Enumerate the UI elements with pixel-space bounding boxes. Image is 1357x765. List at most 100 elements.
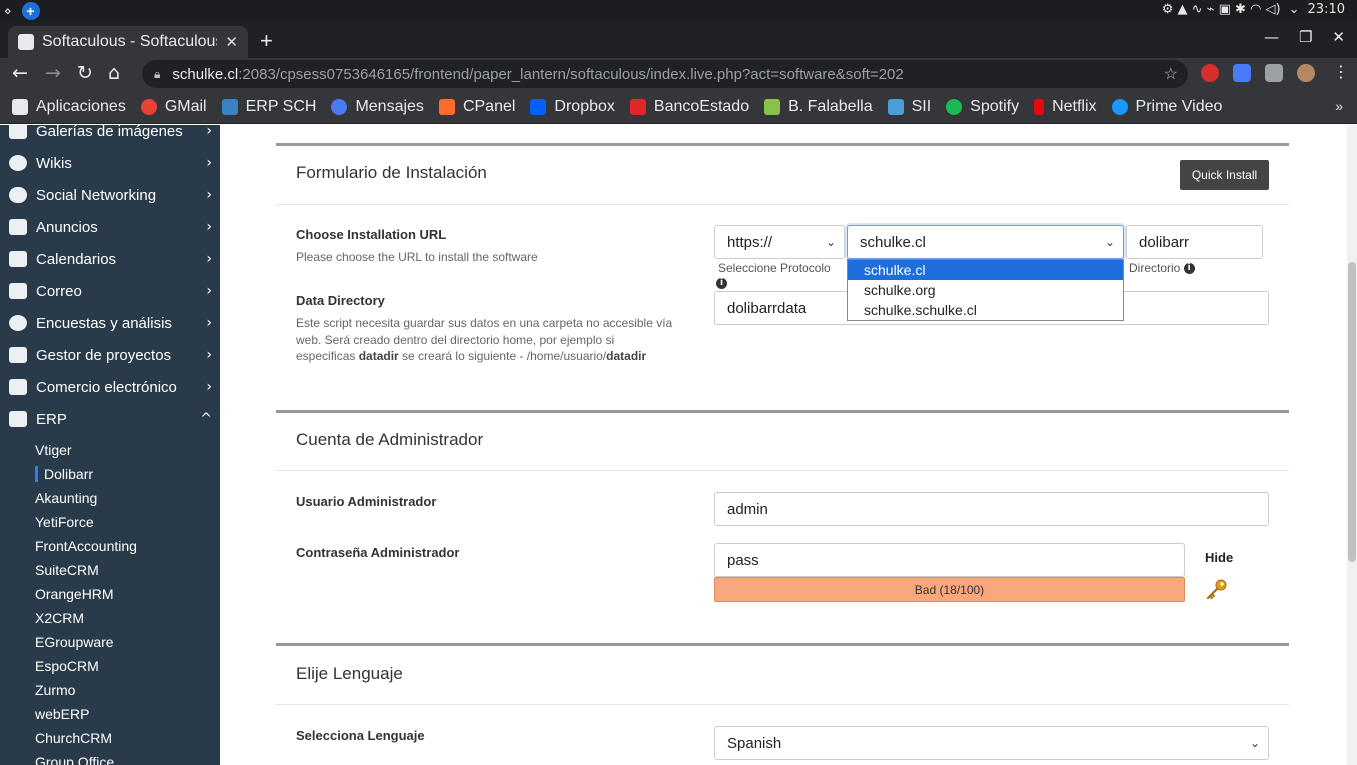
hide-password-link[interactable]: Hide — [1205, 550, 1233, 565]
bookmark-cpanel[interactable]: CPanel — [438, 98, 515, 116]
installation-url-help: Please choose the URL to install the sof… — [296, 250, 538, 264]
bookmark-star-icon[interactable]: ☆ — [1164, 64, 1178, 84]
chevron-up-icon: ^ — [200, 411, 212, 427]
profile-avatar-icon[interactable] — [1297, 64, 1315, 82]
quick-install-button[interactable]: Quick Install — [1180, 160, 1269, 190]
forward-icon[interactable]: → — [45, 62, 61, 84]
bookmark-falabella[interactable]: B. Falabella — [764, 98, 873, 116]
chevron-right-icon: › — [206, 125, 212, 139]
reload-icon[interactable]: ↻ — [77, 62, 93, 84]
sidebar-item-calendarios[interactable]: Calendarios › — [0, 243, 220, 275]
erp-item-group-office[interactable]: Group Office — [35, 754, 114, 765]
translate-icon[interactable] — [1233, 64, 1251, 82]
clock: 23:10 — [1307, 2, 1345, 17]
sidebar-item-erp[interactable]: ERP ^ — [0, 403, 220, 435]
bookmark-bancoestado[interactable]: BancoEstado — [629, 98, 749, 116]
sidebar-item-social-networking[interactable]: Social Networking › — [0, 179, 220, 211]
bookmark-dropbox[interactable]: Dropbox — [530, 98, 615, 116]
spotify-icon — [946, 98, 963, 115]
add-icon[interactable]: + — [21, 2, 40, 20]
extension-red-icon[interactable] — [1201, 64, 1219, 82]
info-icon[interactable]: i — [716, 278, 727, 289]
install-form-title: Formulario de Instalación — [296, 163, 487, 182]
system-bar: ⋄ + ⚙ ▲ ∿ ⌁ ▣ ✱ ◠ ◁) ⌄ 23:10 — [0, 0, 1357, 22]
menu-kebab-icon[interactable]: ⋮ — [1333, 62, 1349, 81]
sidebar-item-gestor-proyectos[interactable]: Gestor de proyectos › — [0, 339, 220, 371]
erp-item-dolibarr[interactable]: Dolibarr — [35, 466, 93, 482]
netflix-icon — [1034, 98, 1045, 115]
protocol-caption: Seleccione Protocolo — [718, 261, 831, 275]
main-content: Formulario de Instalación Quick Install … — [220, 125, 1347, 765]
admin-pass-input[interactable]: pass — [714, 543, 1185, 577]
close-window-icon[interactable]: ✕ — [1332, 28, 1345, 46]
sidebar-item-anuncios[interactable]: Anuncios › — [0, 211, 220, 243]
pie-chart-icon — [9, 315, 27, 331]
domain-option[interactable]: schulke.schulke.cl — [848, 300, 1123, 320]
language-select[interactable]: Spanish ⌄ — [714, 726, 1269, 760]
bookmarks-more-icon[interactable]: » — [1335, 98, 1343, 114]
erp-item-zurmo[interactable]: Zurmo — [35, 682, 75, 698]
restore-icon[interactable]: ❐ — [1299, 28, 1312, 46]
browser-toolbar: ← → ↻ ⌂ 🔒︎ schulke.cl :2083/cpsess075364… — [0, 58, 1357, 90]
window-controls: — ❐ ✕ — [1264, 28, 1345, 46]
tray-chevron-icon[interactable]: ⌄ — [1289, 2, 1300, 17]
browser-tab[interactable]: Softaculous - Softaculous ✕ — [8, 26, 248, 58]
extensions-puzzle-icon[interactable] — [1265, 64, 1283, 82]
erp-item-yetiforce[interactable]: YetiForce — [35, 514, 94, 530]
info-icon[interactable]: i — [1183, 263, 1195, 275]
erp-item-suitecrm[interactable]: SuiteCRM — [35, 562, 99, 578]
erp-item-orangehrm[interactable]: OrangeHRM — [35, 586, 114, 602]
home-icon[interactable]: ⌂ — [108, 62, 120, 84]
language-section-title: Elije Lenguaje — [296, 664, 403, 683]
domain-option[interactable]: schulke.cl — [848, 260, 1123, 280]
erp-item-churchcrm[interactable]: ChurchCRM — [35, 730, 112, 746]
sidebar-item-comercio[interactable]: Comercio electrónico › — [0, 371, 220, 403]
tab-close-icon[interactable]: ✕ — [225, 33, 238, 51]
bookmark-mensajes[interactable]: Mensajes — [331, 98, 424, 116]
minimize-icon[interactable]: — — [1264, 28, 1279, 46]
lock-icon[interactable]: 🔒︎ — [154, 67, 160, 82]
key-icon[interactable] — [1205, 577, 1229, 601]
sidebar-item-encuestas[interactable]: Encuestas y análisis › — [0, 307, 220, 339]
system-tray-icons[interactable]: ⚙ ▲ ∿ ⌁ ▣ ✱ ◠ ◁) — [1162, 2, 1281, 17]
erp-item-espocrm[interactable]: EspoCRM — [35, 658, 99, 674]
sidebar-item-galerias[interactable]: Galerías de imágenes › — [0, 125, 220, 147]
bookmark-netflix[interactable]: Netflix — [1034, 98, 1097, 116]
back-icon[interactable]: ← — [12, 62, 28, 84]
cart-icon — [9, 379, 27, 395]
tab-title: Softaculous - Softaculous — [42, 33, 218, 50]
bookmark-erp-sch[interactable]: ERP SCH — [221, 98, 316, 116]
domain-select[interactable]: schulke.cl ⌄ — [847, 225, 1124, 259]
password-strength-bar: Bad (18/100) — [714, 577, 1185, 602]
bookmark-prime-video[interactable]: Prime Video — [1111, 98, 1222, 116]
bookmark-sii[interactable]: SII — [887, 98, 931, 116]
directory-input[interactable]: dolibarr — [1126, 225, 1263, 259]
prime-video-icon — [1111, 98, 1128, 115]
megaphone-icon — [9, 219, 27, 235]
bookmark-spotify[interactable]: Spotify — [946, 98, 1019, 116]
scrollbar-thumb[interactable] — [1348, 262, 1356, 562]
erp-item-akaunting[interactable]: Akaunting — [35, 490, 97, 506]
apps-grid-icon — [12, 98, 28, 115]
erp-item-frontaccounting[interactable]: FrontAccounting — [35, 538, 137, 554]
section-divider — [276, 643, 1289, 646]
admin-user-label: Usuario Administrador — [296, 494, 437, 509]
admin-user-input[interactable]: admin — [714, 492, 1269, 526]
erp-item-x2crm[interactable]: X2CRM — [35, 610, 84, 626]
bookmark-gmail[interactable]: GMail — [140, 98, 207, 116]
directory-caption: Directorio i — [1129, 261, 1195, 275]
erp-item-vtiger[interactable]: Vtiger — [35, 442, 72, 458]
domain-option[interactable]: schulke.org — [848, 280, 1123, 300]
address-bar[interactable]: 🔒︎ schulke.cl :2083/cpsess0753646165/fro… — [142, 60, 1188, 88]
erp-item-egroupware[interactable]: EGroupware — [35, 634, 114, 650]
sii-icon — [887, 98, 904, 115]
sidebar-item-wikis[interactable]: Wikis › — [0, 147, 220, 179]
erp-item-weberp[interactable]: webERP — [35, 706, 89, 722]
network-icon[interactable]: ⋄ — [4, 4, 12, 18]
calendar-icon — [9, 251, 27, 267]
protocol-select[interactable]: https:// ⌄ — [714, 225, 845, 259]
cpanel-icon — [438, 98, 455, 115]
sidebar-item-correo[interactable]: Correo › — [0, 275, 220, 307]
bookmark-aplicaciones[interactable]: Aplicaciones — [12, 98, 126, 116]
new-tab-button[interactable]: + — [260, 28, 273, 54]
